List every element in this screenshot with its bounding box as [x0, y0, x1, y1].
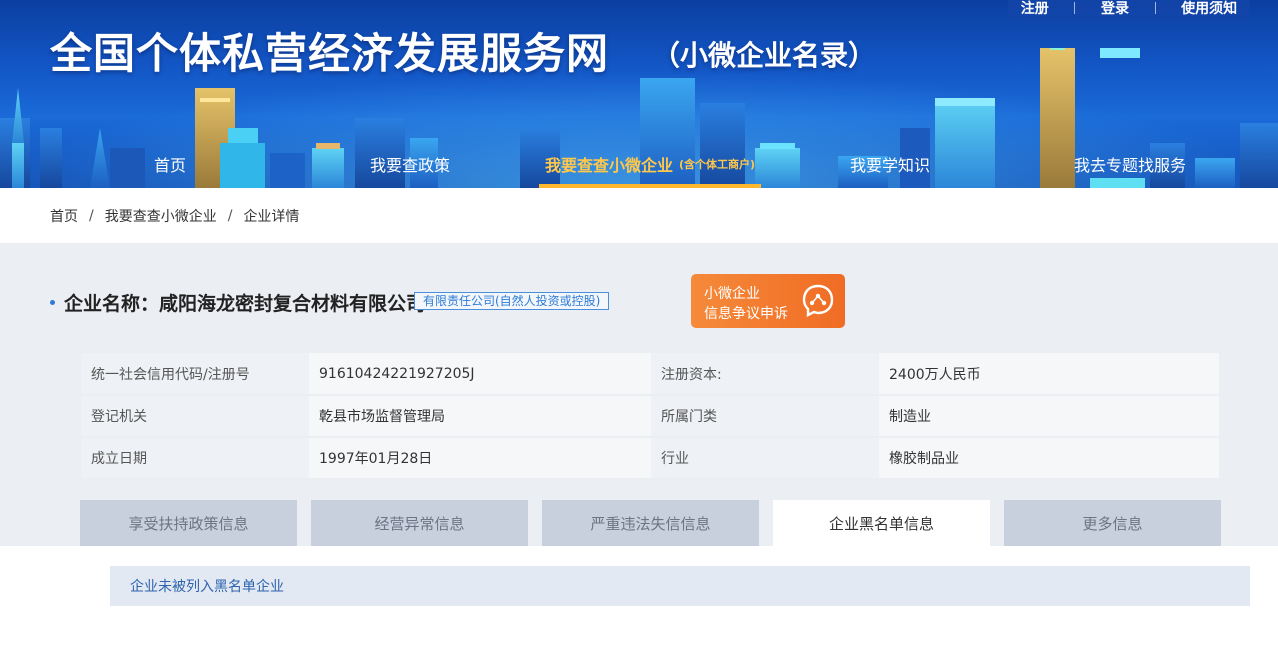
header-banner: 全国个体私营经济发展服务网 （小微企业名录） 注册 登录 使用须知 首页 我要查…: [0, 0, 1278, 188]
login-link[interactable]: 登录: [1101, 0, 1129, 18]
tab-abnormal-operation[interactable]: 经营异常信息: [311, 500, 528, 546]
divider: [1154, 2, 1156, 14]
nav-item-label: 我要学知识: [849, 156, 930, 175]
registration-authority-label: 登记机关: [81, 395, 309, 438]
registered-capital-value: 2400万人民币: [879, 353, 1219, 396]
breadcrumb-small-business[interactable]: 我要查查小微企业: [105, 206, 217, 226]
blacklist-status-notice: 企业未被列入黑名单企业: [110, 566, 1250, 606]
category-value: 制造业: [879, 395, 1219, 438]
registered-capital-label: 注册资本:: [651, 353, 879, 396]
table-row: 成立日期 1997年01月28日 行业 橡胶制品业: [81, 437, 1219, 480]
main-nav: 首页 我要查政策 我要查查小微企业 (含个体工商户) 我要学知识 我去专题找服务: [0, 140, 1278, 188]
company-name-line: 企业名称：咸阳海龙密封复合材料有限公司: [50, 289, 425, 316]
tab-serious-violation[interactable]: 严重违法失信信息: [542, 500, 759, 546]
nav-item-services[interactable]: 我去专题找服务: [1060, 140, 1200, 188]
bullet-dot: [50, 300, 55, 305]
table-row: 统一社会信用代码/注册号 91610424221927205J 注册资本: 24…: [81, 353, 1219, 396]
table-row: 登记机关 乾县市场监督管理局 所属门类 制造业: [81, 395, 1219, 438]
company-detail-panel: 企业名称：咸阳海龙密封复合材料有限公司 有限责任公司(自然人投资或控股) 小微企…: [0, 243, 1278, 546]
company-name: 企业名称：咸阳海龙密封复合材料有限公司: [64, 293, 426, 315]
nav-item-policy[interactable]: 我要查政策: [340, 140, 480, 188]
registration-authority-value: 乾县市场监督管理局: [309, 395, 651, 438]
company-info-table: 统一社会信用代码/注册号 91610424221927205J 注册资本: 24…: [81, 353, 1219, 480]
nav-item-label: 我去专题找服务: [1073, 156, 1186, 175]
breadcrumb-separator: /: [227, 207, 233, 224]
breadcrumb-current: 企业详情: [243, 208, 300, 225]
nav-item-label: 我要查查小微企业: [544, 156, 673, 175]
founded-date-value: 1997年01月28日: [309, 437, 651, 480]
industry-label: 行业: [651, 437, 879, 480]
credit-code-label: 统一社会信用代码/注册号: [81, 353, 309, 396]
company-type-badge: 有限责任公司(自然人投资或控股): [414, 292, 610, 310]
nav-item-label: 我要查政策: [369, 156, 450, 175]
site-title: 全国个体私营经济发展服务网: [50, 29, 610, 78]
industry-value: 橡胶制品业: [879, 437, 1219, 480]
usage-notice-link[interactable]: 使用须知: [1181, 0, 1237, 18]
nav-item-home[interactable]: 首页: [100, 140, 240, 188]
nav-item-sublabel: (含个体工商户): [678, 158, 756, 171]
credit-code-value: 91610424221927205J: [309, 353, 651, 396]
tab-support-policy[interactable]: 享受扶持政策信息: [80, 500, 297, 546]
founded-date-label: 成立日期: [81, 437, 309, 480]
nav-item-small-business[interactable]: 我要查查小微企业 (含个体工商户): [539, 140, 761, 188]
tab-blacklist[interactable]: 企业黑名单信息: [773, 500, 990, 546]
nav-item-knowledge[interactable]: 我要学知识: [820, 140, 960, 188]
breadcrumb-separator: /: [89, 207, 94, 224]
site-subtitle: （小微企业名录）: [652, 39, 877, 72]
category-label: 所属门类: [651, 395, 879, 438]
top-links-bar: 注册 登录 使用须知: [1008, 0, 1250, 20]
divider: [1074, 2, 1076, 14]
info-dispute-appeal-button[interactable]: 小微企业 信息争议申诉: [691, 274, 845, 328]
nav-item-label: 首页: [153, 156, 186, 175]
register-link[interactable]: 注册: [1021, 0, 1049, 18]
tab-more-info[interactable]: 更多信息: [1004, 500, 1221, 546]
appeal-headset-icon: [802, 284, 834, 317]
appeal-button-line1: 小微企业: [704, 286, 760, 302]
breadcrumb-home[interactable]: 首页: [50, 206, 78, 226]
appeal-button-line2: 信息争议申诉: [704, 306, 788, 322]
breadcrumb: 首页 / 我要查查小微企业 / 企业详情: [0, 188, 1278, 243]
